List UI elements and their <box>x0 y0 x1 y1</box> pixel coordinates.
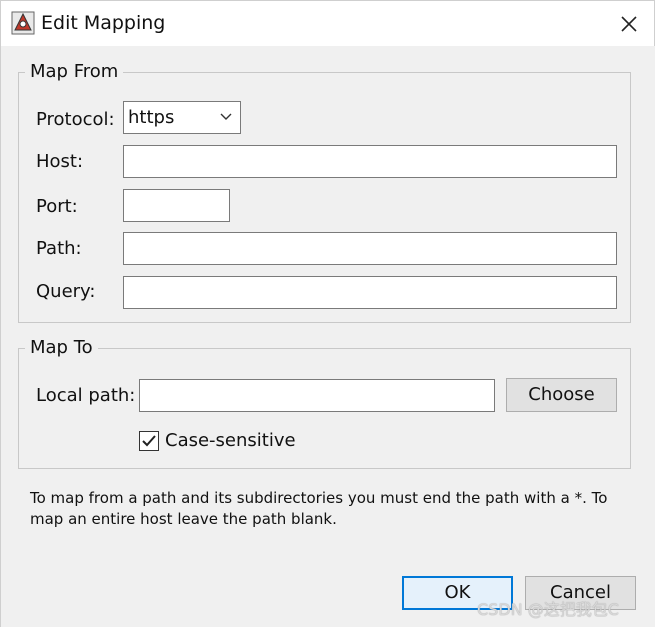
java-app-icon <box>11 11 35 35</box>
path-field-frame <box>123 232 617 265</box>
query-field-frame <box>123 276 617 309</box>
path-field[interactable] <box>124 233 616 264</box>
chevron-down-icon <box>220 113 232 120</box>
map-to-group: Map To Local path: Choose Case-sensitive <box>18 334 631 469</box>
path-label: Path: <box>36 238 82 259</box>
title-bar: Edit Mapping <box>0 0 655 46</box>
case-sensitive-label: Case-sensitive <box>165 430 296 451</box>
watermark: CSDN @这把我包C <box>477 600 619 619</box>
map-to-legend: Map To <box>25 334 98 362</box>
port-field[interactable] <box>124 190 229 221</box>
query-field[interactable] <box>124 277 616 308</box>
window-title: Edit Mapping <box>41 12 166 34</box>
close-icon[interactable] <box>613 9 645 39</box>
map-from-legend: Map From <box>25 58 124 86</box>
map-from-group: Map From Protocol: https Host: Port: Pat… <box>18 58 631 323</box>
local-path-field-frame <box>139 379 495 412</box>
query-label: Query: <box>36 281 96 302</box>
host-label: Host: <box>36 151 84 172</box>
case-sensitive-checkbox[interactable] <box>139 431 159 451</box>
local-path-label: Local path: <box>36 385 136 406</box>
checkmark-icon <box>142 435 156 447</box>
protocol-select[interactable]: https <box>123 101 241 134</box>
protocol-label: Protocol: <box>36 109 115 130</box>
host-field[interactable] <box>124 146 616 177</box>
port-field-frame <box>123 189 230 222</box>
choose-button[interactable]: Choose <box>506 378 617 412</box>
local-path-field[interactable] <box>140 380 494 411</box>
host-field-frame <box>123 145 617 178</box>
port-label: Port: <box>36 196 78 217</box>
help-text: To map from a path and its subdirectorie… <box>30 489 608 528</box>
protocol-value: https <box>128 107 175 128</box>
